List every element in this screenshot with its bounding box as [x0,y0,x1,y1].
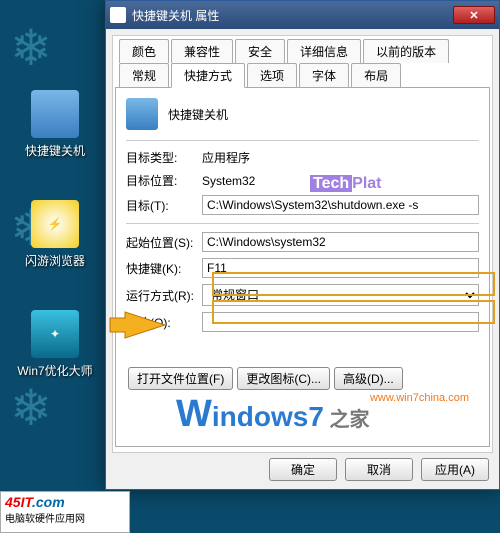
change-icon-button[interactable]: 更改图标(C)... [237,367,330,390]
tab-options[interactable]: 选项 [247,63,297,88]
window-icon [110,7,126,23]
footer-subtitle: 电脑软硬件应用网 [5,510,125,525]
svg-text:❄: ❄ [10,20,52,76]
tab-font[interactable]: 字体 [299,63,349,88]
tab-color[interactable]: 颜色 [119,39,169,63]
tab-general[interactable]: 常规 [119,63,169,88]
desktop-icon-shortcut-shutdown[interactable]: 快捷键关机 [15,90,95,159]
shortcut-icon [126,98,158,130]
shortcut-key-label: 快捷键(K): [126,260,202,277]
target-type-label: 目标类型: [126,149,202,166]
cancel-button[interactable]: 取消 [345,458,413,481]
desktop-icon-label: 快捷键关机 [15,142,95,159]
tab-layout[interactable]: 布局 [351,63,401,88]
watermark-techplat: TechPlat [310,175,382,193]
ok-button[interactable]: 确定 [269,458,337,481]
tab-row-1: 颜色 兼容性 安全 详细信息 以前的版本 [115,38,490,62]
shortcut-key-input[interactable] [202,258,479,278]
apply-button[interactable]: 应用(A) [421,458,489,481]
watermark-brand: Windows7 之家 [176,393,369,436]
shortcut-name: 快捷键关机 [168,106,228,123]
tab-security[interactable]: 安全 [235,39,285,63]
tab-details[interactable]: 详细信息 [287,39,361,63]
svg-text:❄: ❄ [10,380,52,436]
close-button[interactable]: ✕ [453,6,495,24]
footer-site-logo: 45IT.com 电脑软硬件应用网 [0,491,130,533]
app-icon: ✦ [31,310,79,358]
shortcut-tab-pane: 快捷键关机 目标类型: 应用程序 目标位置: System32 目标(T): 起… [115,87,490,447]
desktop-icon-browser[interactable]: ⚡ 闪游浏览器 [15,200,95,269]
desktop-icon-win7master[interactable]: ✦ Win7优化大师 [15,310,95,379]
target-loc-label: 目标位置: [126,172,202,189]
app-icon: ⚡ [31,200,79,248]
target-type-value: 应用程序 [202,149,479,166]
annotation-arrow-icon [105,310,165,340]
run-label: 运行方式(R): [126,287,202,304]
target-label: 目标(T): [126,197,202,214]
tab-row-2: 常规 快捷方式 选项 字体 布局 [115,62,490,87]
watermark-url: www.win7china.com [370,392,469,404]
titlebar[interactable]: 快捷键关机 属性 ✕ [106,1,499,29]
desktop-icon-label: 闪游浏览器 [15,252,95,269]
snowflake-icon: ❄ [10,380,70,440]
target-input[interactable] [202,195,479,215]
start-in-label: 起始位置(S): [126,234,202,251]
snowflake-icon: ❄ [10,20,70,80]
tab-previous[interactable]: 以前的版本 [363,39,449,63]
tab-compat[interactable]: 兼容性 [171,39,233,63]
shortcut-icon [31,90,79,138]
comment-input[interactable] [202,312,479,332]
start-in-input[interactable] [202,232,479,252]
advanced-button[interactable]: 高级(D)... [334,367,403,390]
open-file-location-button[interactable]: 打开文件位置(F) [128,367,233,390]
run-select[interactable]: 常规窗口 [202,284,479,306]
desktop-icon-label: Win7优化大师 [15,362,95,379]
tab-shortcut[interactable]: 快捷方式 [171,63,245,88]
properties-dialog: 快捷键关机 属性 ✕ 颜色 兼容性 安全 详细信息 以前的版本 常规 快捷方式 … [105,0,500,490]
window-title: 快捷键关机 属性 [132,7,219,24]
